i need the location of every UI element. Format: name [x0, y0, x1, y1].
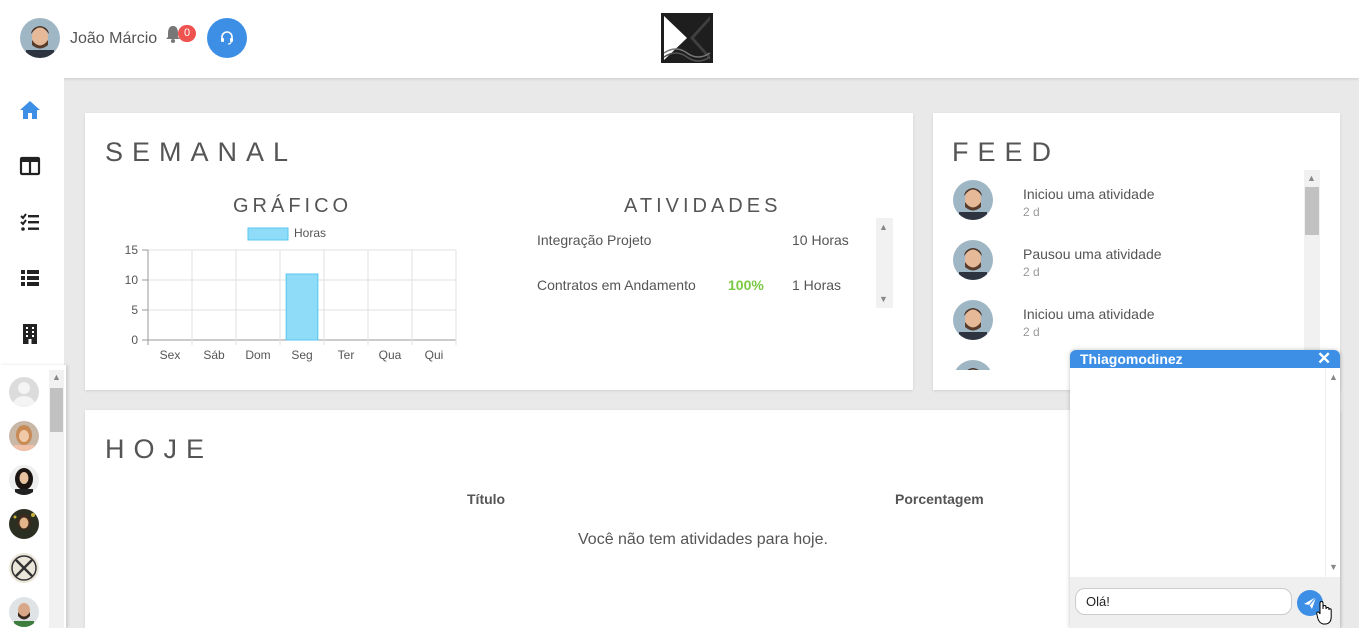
contact-avatar[interactable] [9, 377, 39, 407]
contact-avatar[interactable] [9, 465, 39, 495]
x-tick-label: Sex [160, 348, 181, 362]
feed-item-text: Pausou uma atividade [1023, 246, 1162, 262]
mouse-pointer-icon [1316, 600, 1332, 625]
x-tick-label: Dom [245, 348, 270, 362]
legend-swatch [247, 227, 289, 241]
scroll-down-arrow-icon[interactable]: ▼ [1326, 560, 1340, 574]
feed-item-text: Iniciou uma atividade [1023, 186, 1155, 202]
feed-title: FEED [952, 137, 1061, 167]
feed-item-text: Iniciou uma atividade [1023, 306, 1155, 322]
activity-hours: 10 Horas [792, 232, 849, 248]
scrollbar-thumb[interactable] [1305, 187, 1319, 235]
feed-item-time: 2 d [1023, 325, 1040, 339]
scrollbar-thumb[interactable] [50, 388, 63, 432]
x-tick-label: Qua [379, 348, 402, 362]
x-tick-label: Qui [425, 348, 444, 362]
chat-header[interactable]: Thiagomodinez ✕ [1070, 350, 1340, 368]
scroll-down-arrow-icon[interactable]: ▼ [876, 292, 891, 306]
activities-scrollbar[interactable]: ▲ ▼ [876, 218, 893, 308]
list-icon[interactable] [18, 266, 42, 290]
chart-title: GRÁFICO [233, 195, 353, 217]
chat-contact-name: Thiagomodinez [1080, 351, 1183, 367]
contact-avatar[interactable] [9, 421, 39, 451]
feed-item-time: 2 d [1023, 265, 1040, 279]
y-tick-label: 0 [131, 333, 138, 347]
activity-name: Integração Projeto [537, 232, 652, 248]
scroll-up-arrow-icon[interactable]: ▲ [1326, 370, 1340, 384]
building-icon[interactable] [18, 322, 42, 346]
activity-percent: 100% [728, 277, 764, 293]
weekly-chart: Horas 0 5 10 15 Sex Sáb Dom Seg Ter Qua Qui [125, 226, 457, 362]
contacts-list: ▲ [0, 365, 66, 628]
chat-messages [1070, 368, 1340, 577]
user-name[interactable]: João Márcio [70, 30, 157, 48]
chart-bar [285, 273, 319, 341]
feed-scrollbar[interactable]: ▲ [1304, 170, 1320, 370]
x-tick-label: Sáb [203, 348, 225, 362]
user-avatar[interactable] [20, 18, 60, 58]
brand-logo[interactable] [661, 13, 713, 63]
contacts-scrollbar[interactable]: ▲ [49, 370, 64, 628]
dashboard-icon[interactable] [18, 154, 42, 178]
column-header-title[interactable]: Título [467, 491, 505, 507]
activities-title: ATIVIDADES [624, 195, 782, 217]
contact-avatar[interactable] [9, 509, 39, 539]
task-list-icon[interactable] [18, 210, 42, 234]
empty-state-message: Você não tem atividades para hoje. [578, 531, 828, 548]
y-tick-label: 5 [131, 303, 138, 317]
legend-label: Horas [294, 226, 326, 240]
feed-avatar[interactable] [953, 240, 993, 280]
activity-hours: 1 Horas [792, 277, 842, 293]
column-header-percent[interactable]: Porcentagem [895, 491, 984, 507]
feed-avatar-partial [953, 360, 993, 370]
scroll-up-arrow-icon[interactable]: ▲ [1304, 171, 1319, 185]
y-tick-label: 10 [125, 273, 139, 287]
notification-badge: 0 [178, 25, 196, 42]
today-title: HOJE [105, 434, 214, 464]
chat-message-input[interactable] [1075, 588, 1292, 615]
support-button[interactable] [207, 18, 247, 58]
headset-icon [221, 31, 233, 45]
contact-avatar[interactable] [9, 597, 39, 627]
home-icon[interactable] [18, 98, 42, 122]
contact-avatar[interactable] [9, 553, 39, 583]
weekly-title: SEMANAL [105, 137, 298, 167]
x-tick-label: Seg [291, 348, 312, 362]
chat-window: Thiagomodinez ✕ ▲ ▼ [1070, 350, 1340, 628]
feed-item-time: 2 d [1023, 205, 1040, 219]
scroll-up-arrow-icon[interactable]: ▲ [49, 370, 64, 384]
feed-avatar[interactable] [953, 180, 993, 220]
scroll-up-arrow-icon[interactable]: ▲ [876, 220, 891, 234]
feed-avatar[interactable] [953, 300, 993, 340]
top-bar: João Márcio 0 [0, 0, 1359, 78]
y-tick-label: 15 [125, 243, 139, 257]
activity-name: Contratos em Andamento [537, 277, 696, 293]
chat-footer [1070, 577, 1340, 628]
chat-scrollbar[interactable]: ▲ ▼ [1325, 368, 1340, 577]
x-tick-label: Ter [338, 348, 355, 362]
close-icon[interactable]: ✕ [1317, 350, 1331, 369]
